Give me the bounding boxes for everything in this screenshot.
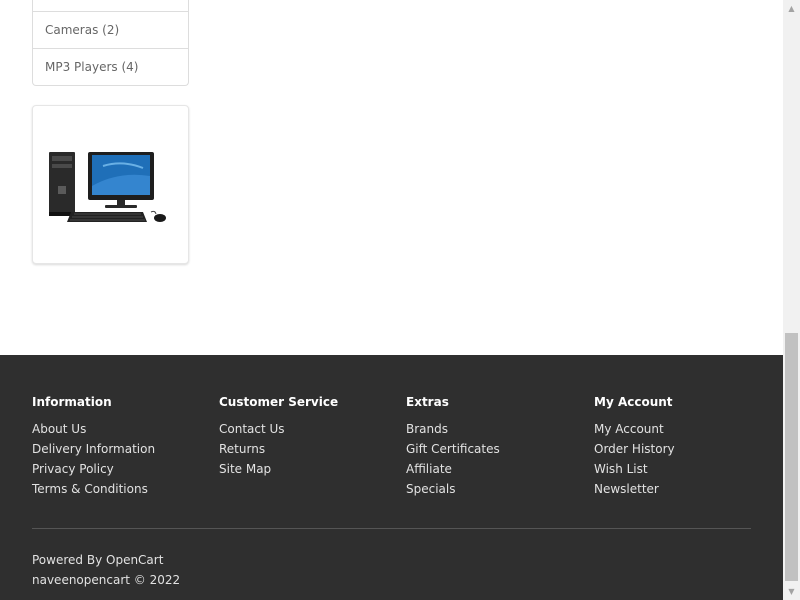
footer-link-wish-list[interactable]: Wish List bbox=[594, 459, 774, 479]
scrollbar-thumb[interactable] bbox=[785, 333, 798, 581]
footer-link-delivery-information[interactable]: Delivery Information bbox=[32, 439, 212, 459]
footer-column-extras: Extras Brands Gift Certificates Affiliat… bbox=[406, 393, 586, 499]
footer-link-privacy-policy[interactable]: Privacy Policy bbox=[32, 459, 212, 479]
category-cameras-link[interactable]: Cameras (2) bbox=[33, 11, 188, 48]
powered-by-line: Powered By OpenCart bbox=[32, 550, 180, 570]
category-list: Cameras (2) MP3 Players (4) bbox=[32, 0, 189, 86]
footer-link-contact-us[interactable]: Contact Us bbox=[219, 419, 399, 439]
footer-link-newsletter[interactable]: Newsletter bbox=[594, 479, 774, 499]
scroll-up-arrow-icon[interactable]: ▲ bbox=[783, 0, 800, 17]
desktop-computer-image bbox=[49, 152, 166, 222]
footer-link-terms-conditions[interactable]: Terms & Conditions bbox=[32, 479, 212, 499]
page-viewport: Cameras (2) MP3 Players (4) Information … bbox=[0, 0, 783, 600]
footer-divider bbox=[32, 528, 751, 529]
footer-link-affiliate[interactable]: Affiliate bbox=[406, 459, 586, 479]
vertical-scrollbar[interactable]: ▲ ▼ bbox=[783, 0, 800, 600]
footer-link-order-history[interactable]: Order History bbox=[594, 439, 774, 459]
footer-link-about-us[interactable]: About Us bbox=[32, 419, 212, 439]
footer-heading: Customer Service bbox=[219, 395, 339, 409]
site-footer: Information About Us Delivery Informatio… bbox=[0, 355, 783, 600]
footer-heading: My Account bbox=[594, 395, 673, 409]
copyright-text: naveenopencart © 2022 bbox=[32, 573, 181, 587]
footer-link-site-map[interactable]: Site Map bbox=[219, 459, 399, 479]
list-item[interactable] bbox=[33, 0, 188, 11]
footer-link-gift-certificates[interactable]: Gift Certificates bbox=[406, 439, 586, 459]
scroll-down-arrow-icon[interactable]: ▼ bbox=[783, 583, 800, 600]
footer-link-my-account[interactable]: My Account bbox=[594, 419, 774, 439]
category-mp3-players-link[interactable]: MP3 Players (4) bbox=[33, 48, 188, 85]
product-banner[interactable] bbox=[32, 105, 189, 264]
footer-credits: Powered By OpenCart naveenopencart © 202… bbox=[32, 550, 180, 590]
opencart-link[interactable]: OpenCart bbox=[106, 553, 163, 567]
footer-link-brands[interactable]: Brands bbox=[406, 419, 586, 439]
powered-by-text: Powered By bbox=[32, 553, 103, 567]
footer-heading: Information bbox=[32, 395, 112, 409]
footer-heading: Extras bbox=[406, 395, 449, 409]
footer-link-specials[interactable]: Specials bbox=[406, 479, 586, 499]
footer-link-returns[interactable]: Returns bbox=[219, 439, 399, 459]
footer-column-information: Information About Us Delivery Informatio… bbox=[32, 393, 212, 499]
footer-column-customer-service: Customer Service Contact Us Returns Site… bbox=[219, 393, 399, 479]
footer-column-my-account: My Account My Account Order History Wish… bbox=[594, 393, 774, 499]
